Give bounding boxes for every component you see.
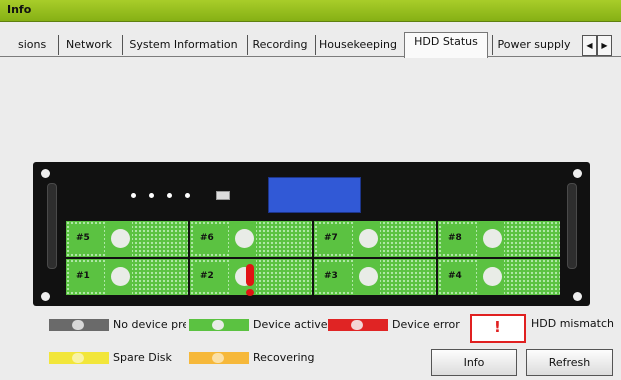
front-led — [149, 193, 154, 198]
lcd-display — [268, 177, 361, 213]
legend-device-error-icon — [328, 319, 388, 331]
front-led — [131, 193, 136, 198]
usb-port-icon — [216, 191, 230, 200]
drive-bay-label: #7 — [324, 233, 338, 243]
chevron-right-icon: ▶ — [601, 41, 608, 50]
window-title: Info — [7, 3, 32, 16]
drive-bay-2[interactable]: #2 — [190, 259, 312, 298]
front-led — [185, 193, 190, 198]
drive-led — [483, 267, 502, 286]
legend-device-active-icon — [189, 319, 249, 331]
legend-spare-disk-icon — [49, 352, 109, 364]
legend-mismatch-icon: ! — [470, 314, 526, 343]
drive-bay-6[interactable]: #6 — [190, 221, 312, 257]
drive-bay-label: #4 — [448, 271, 462, 281]
legend-spare-disk-label: Spare Disk — [113, 351, 172, 364]
drive-bay-label: #6 — [200, 233, 214, 243]
mount-hole — [41, 169, 50, 178]
drive-led — [111, 229, 130, 248]
mount-hole — [41, 292, 50, 301]
legend-device-active-label: Device active — [253, 318, 328, 331]
legend-recovering-label: Recovering — [253, 351, 315, 364]
drive-bay-3[interactable]: #3 — [314, 259, 436, 295]
tab-hdd-status[interactable]: HDD Status — [404, 32, 488, 58]
legend-device-error-label: Device error — [392, 318, 460, 331]
tab-recording[interactable]: Recording — [247, 35, 312, 55]
drive-led — [359, 267, 378, 286]
refresh-button[interactable]: Refresh — [526, 349, 613, 376]
front-led — [167, 193, 172, 198]
drive-led — [359, 229, 378, 248]
mount-hole — [573, 292, 582, 301]
drive-bay-8[interactable]: #8 — [438, 221, 560, 257]
exclamation-icon: ! — [494, 318, 501, 336]
chevron-left-icon: ◀ — [586, 41, 593, 50]
drive-led — [483, 229, 502, 248]
window-titlebar: Info — [0, 0, 621, 22]
drive-bay-label: #3 — [324, 271, 338, 281]
drive-led — [235, 229, 254, 248]
hdd-mismatch-icon — [245, 264, 255, 298]
legend-recovering-icon — [189, 352, 249, 364]
legend-mismatch-label: HDD mismatch — [531, 317, 614, 330]
tab-scroll-left-button[interactable]: ◀ — [582, 35, 597, 56]
drive-bay-5[interactable]: #5 — [66, 221, 188, 257]
legend-no-device-icon — [49, 319, 109, 331]
tab-scroll-right-button[interactable]: ▶ — [597, 35, 612, 56]
tab-system-information[interactable]: System Information — [122, 35, 244, 55]
drive-bay-1[interactable]: #1 — [66, 259, 188, 295]
drive-bay-label: #5 — [76, 233, 90, 243]
left-handle — [47, 183, 57, 269]
drive-bay-label: #8 — [448, 233, 462, 243]
right-handle — [567, 183, 577, 269]
drive-bay-7[interactable]: #7 — [314, 221, 436, 257]
tab-network[interactable]: Network — [58, 35, 119, 55]
drive-led — [111, 267, 130, 286]
tab-housekeeping[interactable]: Housekeeping — [315, 35, 400, 55]
mount-hole — [573, 169, 582, 178]
info-button[interactable]: Info — [431, 349, 517, 376]
tab-power-supply[interactable]: Power supply — [492, 35, 575, 55]
drive-bay-label: #1 — [76, 271, 90, 281]
tab-permissions[interactable]: sions — [18, 35, 54, 55]
legend-no-device-label: No device prese — [113, 318, 186, 331]
drive-bay-4[interactable]: #4 — [438, 259, 560, 295]
drive-bay-label: #2 — [200, 271, 214, 281]
